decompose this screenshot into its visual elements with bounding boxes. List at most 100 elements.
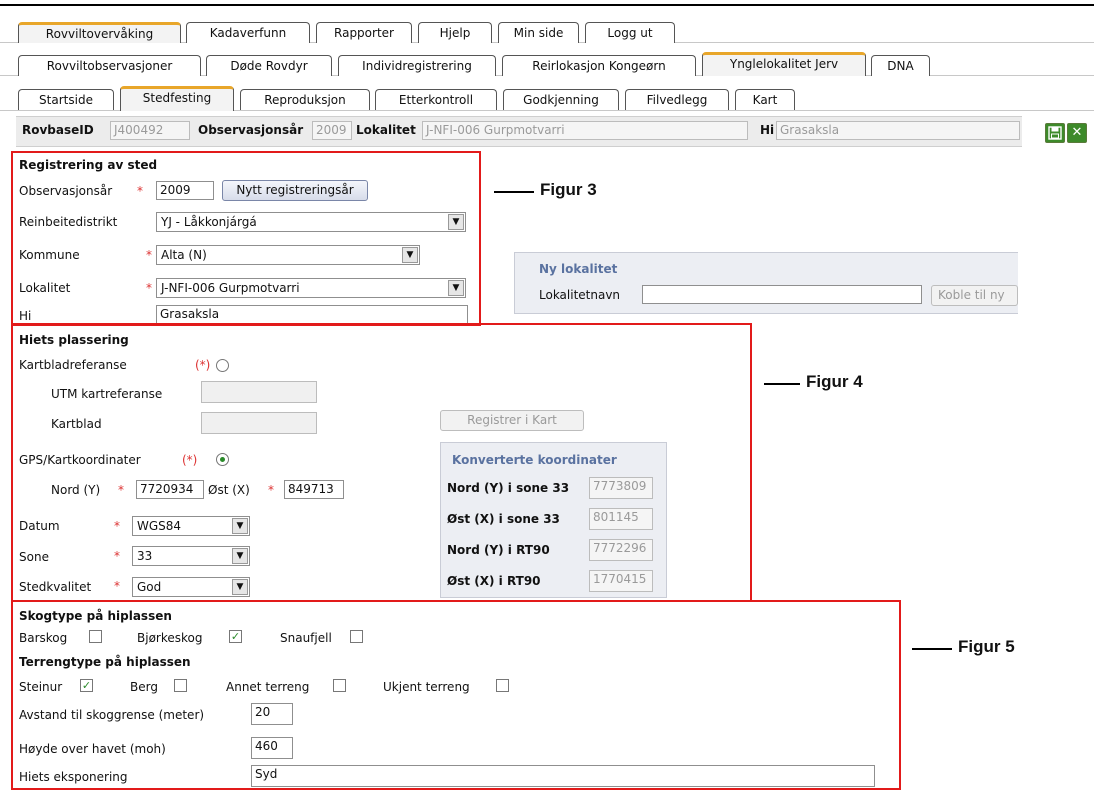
- obsyear-label: Observasjonsår: [19, 184, 113, 198]
- nord-input[interactable]: 7720934: [136, 480, 204, 499]
- kommune-select[interactable]: Alta (N) ▼: [156, 245, 420, 265]
- steinur-checkbox[interactable]: ✓: [80, 679, 93, 692]
- ost-label: Øst (X): [208, 483, 250, 497]
- hi-input[interactable]: Grasaksla: [156, 305, 468, 324]
- required-marker: *: [114, 519, 120, 533]
- plassering-title: Hiets plassering: [19, 333, 129, 347]
- eksponering-label: Hiets eksponering: [19, 770, 128, 784]
- konv-row-label: Øst (X) i sone 33: [447, 512, 560, 526]
- bjorkeskog-label: Bjørkeskog: [137, 631, 203, 645]
- hoyde-input[interactable]: 460: [251, 737, 293, 759]
- lokalitet-label: Lokalitet: [19, 281, 71, 295]
- required-marker: *: [114, 579, 120, 593]
- tab-stedfesting[interactable]: Stedfesting: [120, 86, 234, 111]
- tab-ynglelokalitet-jerv[interactable]: Ynglelokalitet Jerv: [702, 52, 866, 76]
- tab-kadaverfunn[interactable]: Kadaverfunn: [186, 22, 310, 43]
- lokalitet-select[interactable]: J-NFI-006 Gurpmotvarri ▼: [156, 278, 466, 298]
- registrering-title: Registrering av sted: [19, 158, 158, 172]
- tab-reirlokasjon-kongeorn[interactable]: Reirlokasjon Kongeørn: [502, 55, 696, 76]
- obsyear-header-field: 2009: [312, 121, 352, 140]
- berg-checkbox[interactable]: [174, 679, 187, 692]
- ukjent-terreng-checkbox[interactable]: [496, 679, 509, 692]
- konv-row-value: 801145: [589, 508, 653, 530]
- chevron-down-icon: ▼: [448, 214, 464, 230]
- tab-logg-ut[interactable]: Logg ut: [585, 22, 675, 43]
- chevron-down-icon: ▼: [232, 548, 248, 564]
- konv-row-value: 7772296: [589, 539, 653, 561]
- steinur-label: Steinur: [19, 680, 63, 694]
- barskog-checkbox[interactable]: [89, 630, 102, 643]
- chevron-down-icon: ▼: [448, 280, 464, 296]
- sone-label: Sone: [19, 550, 49, 564]
- tab-dode-rovdyr[interactable]: Døde Rovdyr: [206, 55, 332, 76]
- tab-rovviltovervaking[interactable]: Rovviltovervåking: [18, 22, 181, 43]
- kartblad-input[interactable]: [201, 412, 317, 434]
- lokalitetnavn-input[interactable]: [642, 285, 922, 304]
- reinbeite-select[interactable]: YJ - Låkkonjárgá ▼: [156, 212, 466, 232]
- koble-til-ny-button[interactable]: Koble til ny: [931, 285, 1018, 306]
- figur-3-label: Figur 3: [540, 180, 597, 199]
- snaufjell-checkbox[interactable]: [350, 630, 363, 643]
- datum-select[interactable]: WGS84 ▼: [132, 516, 250, 536]
- tab-kart[interactable]: Kart: [735, 89, 795, 110]
- stedkvalitet-value: God: [137, 580, 162, 594]
- ukjent-terreng-label: Ukjent terreng: [383, 680, 470, 694]
- snaufjell-label: Snaufjell: [280, 631, 332, 645]
- tab-rapporter[interactable]: Rapporter: [316, 22, 412, 43]
- obsyear-header-label: Observasjonsår: [198, 123, 304, 137]
- utm-input[interactable]: [201, 381, 317, 403]
- chevron-down-icon: ▼: [232, 579, 248, 595]
- required-marker: *: [118, 483, 124, 497]
- hi-header-label: Hi: [760, 123, 775, 137]
- obsyear-input[interactable]: 2009: [156, 181, 214, 200]
- tab-filvedlegg[interactable]: Filvedlegg: [625, 89, 729, 110]
- tab-dna[interactable]: DNA: [871, 55, 930, 76]
- kartbladref-label: Kartbladreferanse: [19, 358, 127, 372]
- tab-reproduksjon[interactable]: Reproduksjon: [240, 89, 370, 110]
- tab-individregistrering[interactable]: Individregistrering: [338, 55, 496, 76]
- eksponering-input[interactable]: Syd: [251, 765, 875, 787]
- kommune-value: Alta (N): [161, 248, 207, 262]
- rovbase-id-label: RovbaseID: [22, 123, 94, 137]
- ost-input[interactable]: 849713: [284, 480, 344, 499]
- konv-row-label: Nord (Y) i RT90: [447, 543, 550, 557]
- chevron-down-icon: ▼: [232, 518, 248, 534]
- konverterte-title: Konverterte koordinater: [452, 453, 617, 467]
- kartblad-label: Kartblad: [51, 417, 102, 431]
- chevron-down-icon: ▼: [402, 247, 418, 263]
- tab-hjelp[interactable]: Hjelp: [418, 22, 492, 43]
- sone-select[interactable]: 33 ▼: [132, 546, 250, 566]
- bjorkeskog-checkbox[interactable]: ✓: [229, 630, 242, 643]
- gps-label: GPS/Kartkoordinater: [19, 453, 141, 467]
- close-icon[interactable]: ✕: [1067, 123, 1087, 143]
- lokalitet-header-label: Lokalitet: [356, 123, 416, 137]
- konv-row-label: Øst (X) i RT90: [447, 574, 541, 588]
- nytt-registreringsar-button[interactable]: Nytt registreringsår: [222, 180, 368, 201]
- required-paren-marker: (*): [195, 358, 211, 372]
- gps-radio[interactable]: [216, 453, 229, 466]
- hoyde-label: Høyde over havet (moh): [19, 742, 166, 756]
- barskog-label: Barskog: [19, 631, 68, 645]
- datum-label: Datum: [19, 519, 60, 533]
- figur-4-pointer: [764, 383, 800, 385]
- tab-rovviltobservasjoner[interactable]: Rovviltobservasjoner: [18, 55, 201, 76]
- registrer-i-kart-button[interactable]: Registrer i Kart: [440, 410, 584, 431]
- konv-row-value: 7773809: [589, 477, 653, 499]
- lokalitet-header-field: J-NFI-006 Gurpmotvarri: [422, 121, 748, 140]
- tab-startside[interactable]: Startside: [18, 89, 114, 110]
- stedkvalitet-select[interactable]: God ▼: [132, 577, 250, 597]
- tab-min-side[interactable]: Min side: [498, 22, 579, 43]
- nord-label: Nord (Y): [51, 483, 101, 497]
- required-paren-marker: (*): [182, 453, 198, 467]
- annet-terreng-checkbox[interactable]: [333, 679, 346, 692]
- tab-etterkontroll[interactable]: Etterkontroll: [375, 89, 497, 110]
- reinbeite-label: Reinbeitedistrikt: [19, 215, 118, 229]
- top-border: [0, 4, 1094, 6]
- tab-godkjenning[interactable]: Godkjenning: [503, 89, 619, 110]
- annet-terreng-label: Annet terreng: [226, 680, 310, 694]
- avstand-input[interactable]: 20: [251, 703, 293, 725]
- kartbladref-radio[interactable]: [216, 359, 229, 372]
- save-icon[interactable]: [1045, 123, 1065, 143]
- figur-5-pointer: [912, 648, 952, 650]
- hi-header-field: Grasaksla: [776, 121, 1020, 140]
